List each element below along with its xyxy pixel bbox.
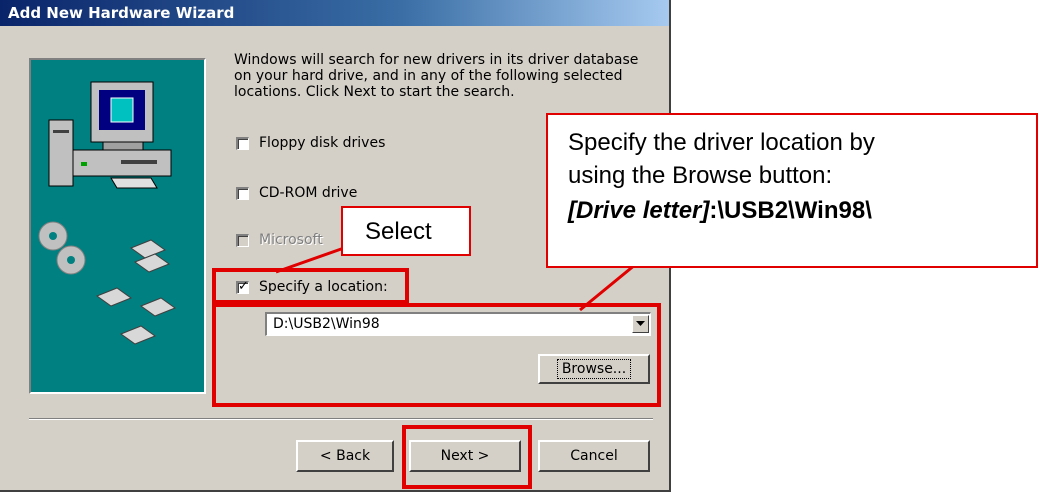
drive-letter-text: [Drive letter] bbox=[568, 197, 710, 224]
callout-line-3: [Drive letter]:\USB2\Win98\ bbox=[568, 197, 872, 225]
callout-select: Select bbox=[341, 206, 471, 256]
callout-line-1: Specify the driver location by bbox=[568, 129, 875, 156]
callout-select-text: Select bbox=[365, 218, 432, 245]
drive-path-text: :\USB2\Win98\ bbox=[709, 197, 872, 224]
callout-driver-location: Specify the driver location by using the… bbox=[546, 113, 1038, 268]
callout-line-2: using the Browse button: bbox=[568, 162, 833, 189]
